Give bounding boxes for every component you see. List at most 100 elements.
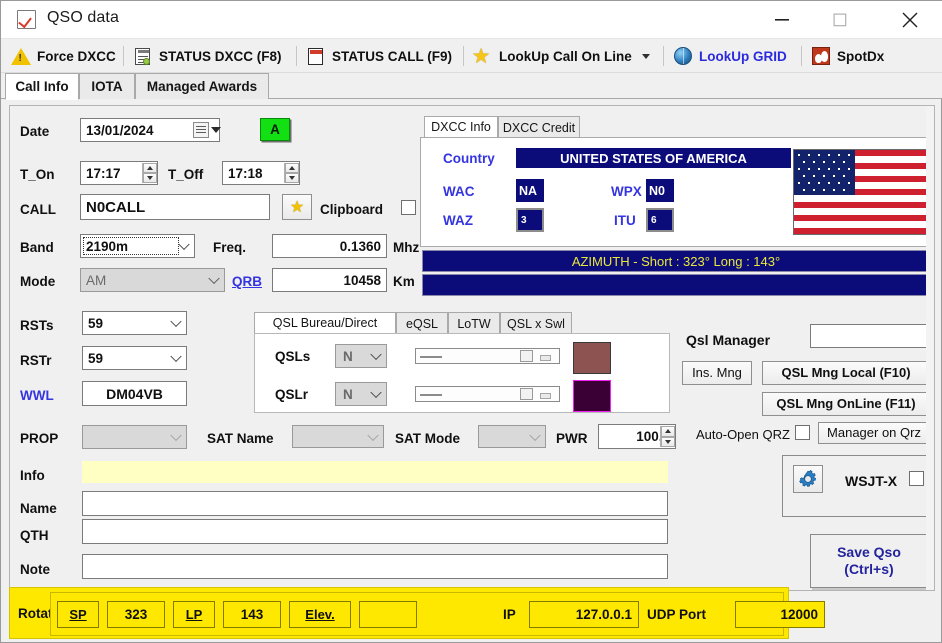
rotator-udp-input[interactable]: 12000 <box>735 601 825 628</box>
note-input[interactable] <box>82 554 668 579</box>
tab-dxcc-info[interactable]: DXCC Info <box>424 116 498 138</box>
tab-managed-awards-label: Managed Awards <box>146 79 258 94</box>
freq-input[interactable]: 0.1360 <box>272 234 387 258</box>
wwl-value: DM04VB <box>106 385 163 402</box>
call-input[interactable]: N0CALL <box>80 194 270 220</box>
waz-value: 3 <box>516 208 544 232</box>
rotator-lp-value[interactable]: 143 <box>223 601 281 628</box>
rotator-ip-label: IP <box>503 607 516 622</box>
qsls-label: QSLs <box>275 349 311 364</box>
lookup-call-online-button[interactable]: ★ LookUp Call On Line <box>473 39 650 73</box>
status-call-button[interactable]: STATUS CALL (F9) <box>306 39 452 73</box>
slider-handle-secondary[interactable] <box>540 355 551 361</box>
slider-handle[interactable] <box>520 350 533 362</box>
tab-lotw[interactable]: LoTW <box>448 312 500 334</box>
sat-name-select[interactable] <box>292 425 384 448</box>
slider-handle[interactable] <box>520 388 533 400</box>
rotator-sp-button[interactable]: SP <box>57 601 99 628</box>
prop-select[interactable] <box>82 425 187 449</box>
close-button[interactable] <box>887 1 933 38</box>
wsjt-x-label: WSJT-X <box>845 473 898 489</box>
mode-select[interactable]: AM <box>80 268 225 292</box>
qsls-color-swatch[interactable] <box>573 342 611 374</box>
tab-qsl-x-swl[interactable]: QSL x Swl <box>500 312 572 334</box>
note-label: Note <box>20 562 50 577</box>
azimuth-bar: AZIMUTH - Short : 323° Long : 143° <box>422 250 930 272</box>
name-input[interactable] <box>82 491 668 516</box>
slider-track <box>420 356 442 358</box>
minimize-button[interactable] <box>759 1 805 38</box>
force-dxcc-button[interactable]: Force DXCC <box>11 39 116 73</box>
tab-call-info[interactable]: Call Info <box>5 73 79 100</box>
tab-managed-awards[interactable]: Managed Awards <box>135 73 269 99</box>
toolbar-separator <box>123 46 124 66</box>
qslr-slider[interactable] <box>415 386 560 402</box>
rotator-ip-input[interactable]: 127.0.0.1 <box>529 601 639 628</box>
rsts-select[interactable]: 59 <box>82 311 187 335</box>
wwl-input[interactable]: DM04VB <box>82 381 187 406</box>
band-select[interactable]: 2190m <box>80 234 195 258</box>
t-on-stepper[interactable] <box>142 163 157 183</box>
wsjt-x-checkbox[interactable] <box>909 471 924 486</box>
qsls-slider[interactable] <box>415 348 560 364</box>
chevron-down-icon <box>370 386 382 399</box>
freq-value: 0.1360 <box>339 238 381 254</box>
qsl-mng-online-button[interactable]: QSL Mng OnLine (F11) <box>762 392 930 416</box>
slider-handle-secondary[interactable] <box>540 393 551 399</box>
qsls-select[interactable]: N <box>335 344 387 368</box>
clipboard-label: Clipboard <box>320 202 383 217</box>
calendar-icon[interactable] <box>193 122 209 138</box>
chevron-down-icon <box>370 348 382 361</box>
tab-eqsl-label: eQSL <box>406 316 438 331</box>
panel-scrollbar[interactable] <box>926 106 934 590</box>
qslr-select[interactable]: N <box>335 382 387 406</box>
t-off-input[interactable]: 17:18 <box>222 161 300 185</box>
auto-date-button[interactable]: A <box>260 118 290 141</box>
chevron-down-icon[interactable] <box>641 53 650 59</box>
status-dxcc-button[interactable]: STATUS DXCC (F8) <box>133 39 282 73</box>
sat-mode-label: SAT Mode <box>395 431 460 446</box>
checklist-icon <box>17 10 36 29</box>
spotdx-button[interactable]: SpotDx <box>811 39 884 73</box>
rotator-udp-label: UDP Port <box>647 607 707 622</box>
maximize-button[interactable] <box>817 1 863 38</box>
tab-dxcc-credit-label: DXCC Credit <box>502 120 576 135</box>
info-field[interactable] <box>82 461 668 483</box>
tab-dxcc-credit[interactable]: DXCC Credit <box>498 116 580 138</box>
rotator-elev-button[interactable]: Elev. <box>289 601 351 628</box>
qth-input[interactable] <box>82 519 668 544</box>
qslr-color-swatch[interactable] <box>573 380 611 412</box>
t-on-input[interactable]: 17:17 <box>80 161 158 185</box>
waz-label: WAZ <box>443 213 473 228</box>
qrb-input[interactable]: 10458 <box>272 268 387 292</box>
clipboard-checkbox[interactable] <box>401 200 416 215</box>
pwr-stepper[interactable] <box>660 426 675 447</box>
lookup-grid-label: LookUp GRID <box>699 48 787 64</box>
sat-mode-select[interactable] <box>478 425 546 448</box>
qsl-manager-input[interactable] <box>810 324 930 348</box>
save-qso-button[interactable]: Save Qso (Ctrl+s) <box>810 534 928 588</box>
toolbar-separator <box>463 46 464 66</box>
tab-eqsl[interactable]: eQSL <box>396 312 448 334</box>
toolbar-separator <box>296 46 297 66</box>
lookup-star-button[interactable]: ★ <box>282 194 312 220</box>
call-info-panel: Date 13/01/2024 A T_On 17:17 T_Off 17:18… <box>9 105 935 591</box>
qsl-mng-local-button[interactable]: QSL Mng Local (F10) <box>762 361 930 385</box>
qrb-link[interactable]: QRB <box>232 274 262 289</box>
rotator-sp-value[interactable]: 323 <box>107 601 165 628</box>
tab-iota[interactable]: IOTA <box>79 73 135 99</box>
lookup-grid-button[interactable]: LookUp GRID <box>673 39 787 73</box>
wsjt-settings-button[interactable] <box>793 465 823 493</box>
qslr-label: QSLr <box>275 387 309 402</box>
pwr-input[interactable]: 100,0 <box>598 424 676 449</box>
manager-on-qrz-button[interactable]: Manager on Qrz <box>818 422 930 444</box>
ins-mng-button[interactable]: Ins. Mng <box>682 361 752 385</box>
t-off-stepper[interactable] <box>284 163 299 183</box>
chevron-down-icon[interactable] <box>211 127 221 133</box>
tab-qsl-bureau-direct[interactable]: QSL Bureau/Direct <box>254 312 396 334</box>
rotator-lp-button[interactable]: LP <box>173 601 215 628</box>
name-label: Name <box>20 501 57 516</box>
auto-open-qrz-checkbox[interactable] <box>795 425 810 440</box>
rotator-elev-value[interactable] <box>359 601 417 628</box>
rstr-select[interactable]: 59 <box>82 346 187 370</box>
